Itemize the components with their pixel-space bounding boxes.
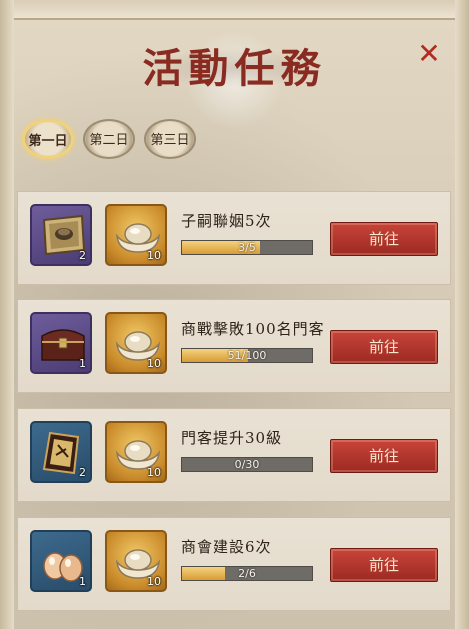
progress-bar: 3/5: [181, 240, 313, 255]
reward-item-2[interactable]: 10: [105, 204, 167, 266]
progress-text: 0/30: [234, 458, 260, 471]
reward-count: 10: [147, 249, 161, 262]
scroll-top-edge: [0, 0, 469, 20]
reward-item-2[interactable]: 10: [105, 530, 167, 592]
go-button[interactable]: 前往: [330, 548, 438, 582]
reward-count: 1: [79, 575, 86, 588]
close-icon: ✕: [417, 37, 441, 70]
reward-count: 2: [79, 466, 86, 479]
close-button[interactable]: ✕: [415, 40, 443, 68]
tab-day-3[interactable]: 第三日: [144, 119, 196, 159]
title-area: 活動任務: [0, 28, 469, 130]
task-name: 商戰擊敗100名門客: [181, 320, 325, 338]
progress-bar: 51/100: [181, 348, 313, 363]
reward-count: 1: [79, 357, 86, 370]
page-title: 活動任務: [142, 45, 327, 92]
reward-count: 10: [147, 466, 161, 479]
reward-item-1[interactable]: 2: [30, 204, 92, 266]
progress-bar: 2/6: [181, 566, 313, 581]
reward-count: 10: [147, 575, 161, 588]
reward-item-2[interactable]: 10: [105, 421, 167, 483]
progress-text: 2/6: [238, 567, 256, 580]
task-row: 1 10 商戰擊敗100名門客 51/100 前往: [17, 299, 451, 393]
progress-bar: 0/30: [181, 457, 313, 472]
tab-day-1[interactable]: 第一日: [22, 119, 74, 159]
task-row: 2 10 門客提升30級 0/30 前往: [17, 408, 451, 502]
go-button[interactable]: 前往: [330, 439, 438, 473]
reward-item-1[interactable]: 1: [30, 312, 92, 374]
go-button[interactable]: 前往: [330, 222, 438, 256]
reward-item-1[interactable]: 1: [30, 530, 92, 592]
task-row: 2 10 子嗣聯姻5次 3/5 前往: [17, 191, 451, 285]
tab-day-2[interactable]: 第二日: [83, 119, 135, 159]
progress-text: 3/5: [238, 241, 256, 254]
reward-item-2[interactable]: 10: [105, 312, 167, 374]
reward-item-1[interactable]: 2: [30, 421, 92, 483]
progress-text: 51/100: [227, 349, 267, 362]
task-name: 門客提升30級: [181, 429, 283, 447]
reward-count: 10: [147, 357, 161, 370]
task-name: 商會建設6次: [181, 538, 272, 556]
reward-count: 2: [79, 249, 86, 262]
task-row: 1 10 商會建設6次 2/6 前往: [17, 517, 451, 611]
task-name: 子嗣聯姻5次: [181, 212, 272, 230]
go-button[interactable]: 前往: [330, 330, 438, 364]
